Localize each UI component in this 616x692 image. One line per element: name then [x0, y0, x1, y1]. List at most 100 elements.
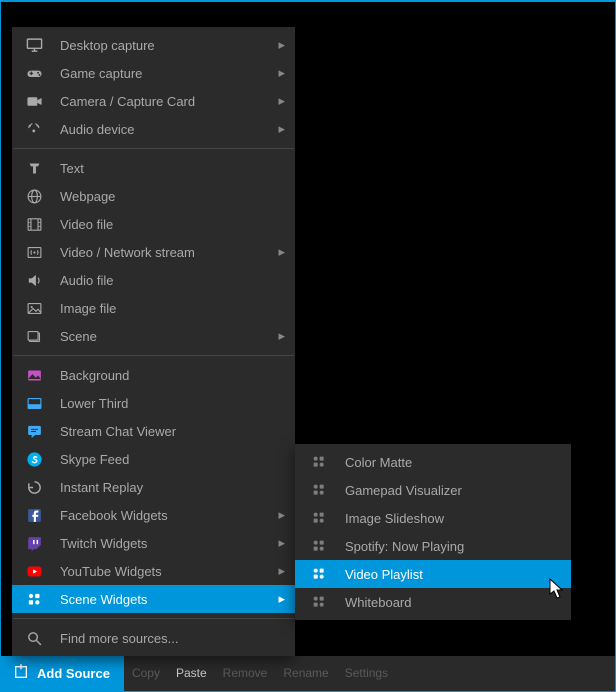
monitor-icon — [22, 37, 46, 54]
widgets-icon — [307, 538, 331, 554]
add-source-icon — [13, 664, 29, 683]
menu-item-video-file[interactable]: Video file — [12, 210, 295, 238]
footer-action-remove[interactable]: Remove — [215, 656, 276, 691]
chevron-right-icon: ▸ — [271, 121, 285, 137]
menu-item-text[interactable]: Text — [12, 154, 295, 182]
camera-icon — [22, 93, 46, 110]
chevron-right-icon: ▸ — [271, 507, 285, 523]
menu-item-label: Skype Feed — [60, 452, 271, 467]
add-source-label: Add Source — [37, 666, 110, 681]
menu-item-find-more-sources[interactable]: Find more sources... — [12, 624, 295, 652]
submenu-item-color-matte[interactable]: Color Matte — [295, 448, 571, 476]
submenu-item-whiteboard[interactable]: Whiteboard — [295, 588, 571, 616]
menu-item-label: Instant Replay — [60, 480, 271, 495]
menu-item-label: YouTube Widgets — [60, 564, 271, 579]
menu-item-label: Game capture — [60, 66, 271, 81]
widgets-icon — [22, 591, 46, 608]
add-source-button[interactable]: Add Source — [1, 656, 124, 691]
scene-icon — [22, 328, 46, 345]
menu-item-label: Scene — [60, 329, 271, 344]
chevron-right-icon: ▸ — [271, 65, 285, 81]
replay-icon — [22, 479, 46, 496]
menu-item-scene-widgets[interactable]: Scene Widgets▸ — [12, 585, 295, 613]
widgets-icon — [307, 510, 331, 526]
chevron-right-icon: ▸ — [271, 328, 285, 344]
footer-actions: Copy Paste Remove Rename Settings — [124, 656, 396, 691]
speaker-icon — [22, 272, 46, 289]
chevron-right-icon: ▸ — [271, 563, 285, 579]
menu-item-video-network-stream[interactable]: Video / Network stream▸ — [12, 238, 295, 266]
menu-item-label: Text — [60, 161, 271, 176]
menu-item-webpage[interactable]: Webpage — [12, 182, 295, 210]
facebook-icon — [22, 507, 46, 524]
footer-action-paste[interactable]: Paste — [168, 656, 215, 691]
submenu-item-label: Video Playlist — [345, 567, 559, 582]
menu-item-facebook-widgets[interactable]: Facebook Widgets▸ — [12, 501, 295, 529]
image-icon — [22, 300, 46, 317]
menu-item-label: Image file — [60, 301, 271, 316]
menu-item-instant-replay[interactable]: Instant Replay — [12, 473, 295, 501]
footer-toolbar: Add Source Copy Paste Remove Rename Sett… — [1, 656, 615, 691]
widgets-icon — [307, 566, 331, 582]
menu-item-label: Background — [60, 368, 271, 383]
menu-item-scene[interactable]: Scene▸ — [12, 322, 295, 350]
submenu-item-label: Spotify: Now Playing — [345, 539, 559, 554]
menu-item-label: Stream Chat Viewer — [60, 424, 271, 439]
menu-item-label: Audio device — [60, 122, 271, 137]
menu-item-label: Desktop capture — [60, 38, 271, 53]
menu-item-label: Video / Network stream — [60, 245, 271, 260]
submenu-item-label: Gamepad Visualizer — [345, 483, 559, 498]
menu-item-skype-feed[interactable]: Skype Feed — [12, 445, 295, 473]
menu-item-label: Twitch Widgets — [60, 536, 271, 551]
add-source-menu: Desktop capture▸Game capture▸Camera / Ca… — [12, 27, 295, 656]
menu-item-stream-chat-viewer[interactable]: Stream Chat Viewer — [12, 417, 295, 445]
menu-item-label: Video file — [60, 217, 271, 232]
footer-action-settings[interactable]: Settings — [337, 656, 396, 691]
menu-separator — [13, 355, 294, 356]
menu-item-label: Camera / Capture Card — [60, 94, 271, 109]
menu-item-camera-capture-card[interactable]: Camera / Capture Card▸ — [12, 87, 295, 115]
menu-item-audio-file[interactable]: Audio file — [12, 266, 295, 294]
footer-action-copy[interactable]: Copy — [124, 656, 168, 691]
submenu-item-label: Image Slideshow — [345, 511, 559, 526]
menu-item-label: Facebook Widgets — [60, 508, 271, 523]
app-window: Add Source Copy Paste Remove Rename Sett… — [0, 0, 616, 692]
film-icon — [22, 216, 46, 233]
menu-item-background[interactable]: Background — [12, 361, 295, 389]
youtube-icon — [22, 563, 46, 580]
chevron-right-icon: ▸ — [271, 37, 285, 53]
menu-item-desktop-capture[interactable]: Desktop capture▸ — [12, 31, 295, 59]
audio-icon — [22, 121, 46, 138]
submenu-item-video-playlist[interactable]: Video Playlist — [295, 560, 571, 588]
background-icon — [22, 367, 46, 384]
menu-item-lower-third[interactable]: Lower Third — [12, 389, 295, 417]
search-icon — [22, 630, 46, 647]
menu-item-twitch-widgets[interactable]: Twitch Widgets▸ — [12, 529, 295, 557]
submenu-item-label: Whiteboard — [345, 595, 559, 610]
submenu-item-spotify-now-playing[interactable]: Spotify: Now Playing — [295, 532, 571, 560]
scene-widgets-submenu: Color Matte Gamepad Visualizer Image Slide… — [295, 444, 571, 620]
skype-icon — [22, 451, 46, 468]
menu-item-audio-device[interactable]: Audio device▸ — [12, 115, 295, 143]
chevron-right-icon: ▸ — [271, 93, 285, 109]
twitch-icon — [22, 535, 46, 552]
menu-item-youtube-widgets[interactable]: YouTube Widgets▸ — [12, 557, 295, 585]
menu-item-game-capture[interactable]: Game capture▸ — [12, 59, 295, 87]
menu-item-label: Audio file — [60, 273, 271, 288]
widgets-icon — [307, 594, 331, 610]
menu-item-label: Webpage — [60, 189, 271, 204]
gamepad-icon — [22, 65, 46, 82]
text-icon — [22, 160, 46, 177]
menu-item-label: Lower Third — [60, 396, 271, 411]
globe-icon — [22, 188, 46, 205]
submenu-item-image-slideshow[interactable]: Image Slideshow — [295, 504, 571, 532]
chat-icon — [22, 423, 46, 440]
menu-item-image-file[interactable]: Image file — [12, 294, 295, 322]
chevron-right-icon: ▸ — [271, 244, 285, 260]
footer-action-rename[interactable]: Rename — [275, 656, 336, 691]
widgets-icon — [307, 454, 331, 470]
stream-icon — [22, 244, 46, 261]
submenu-item-label: Color Matte — [345, 455, 559, 470]
submenu-item-gamepad-visualizer[interactable]: Gamepad Visualizer — [295, 476, 571, 504]
menu-separator — [13, 618, 294, 619]
